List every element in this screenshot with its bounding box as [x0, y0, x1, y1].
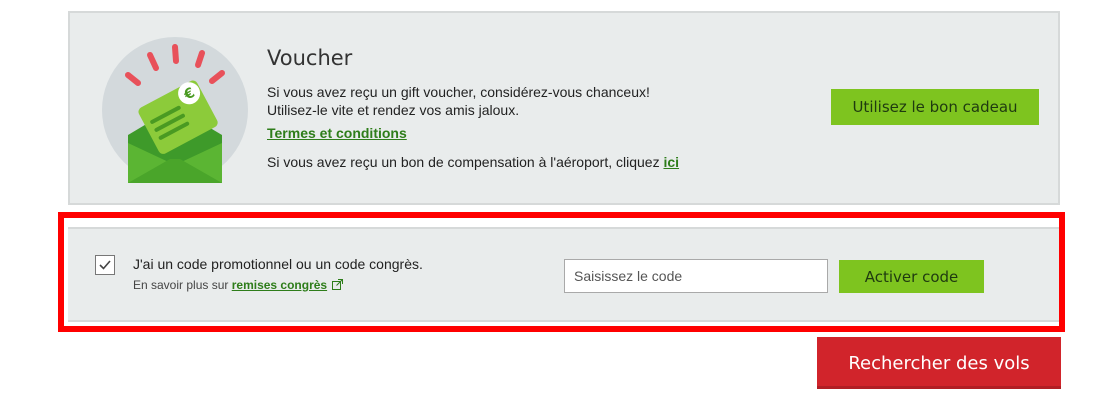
- airport-compensation-link[interactable]: ici: [663, 154, 679, 170]
- search-flights-button[interactable]: Rechercher des vols: [817, 337, 1061, 389]
- airport-compensation-label: Si vous avez reçu un bon de compensation…: [267, 154, 664, 170]
- airport-compensation-text: Si vous avez reçu un bon de compensation…: [267, 154, 679, 170]
- terms-and-conditions-link[interactable]: Termes et conditions: [267, 125, 407, 141]
- voucher-title: Voucher: [267, 46, 353, 70]
- promo-section-highlight: [58, 212, 1065, 332]
- use-voucher-button[interactable]: Utilisez le bon cadeau: [831, 89, 1039, 125]
- gift-voucher-envelope-icon: €: [100, 35, 250, 185]
- voucher-description-line1: Si vous avez reçu un gift voucher, consi…: [267, 84, 650, 100]
- voucher-panel: € Voucher Si vous avez reçu un gift vouc…: [68, 11, 1060, 205]
- voucher-description-line2: Utilisez-le vite et rendez vos amis jalo…: [267, 102, 520, 118]
